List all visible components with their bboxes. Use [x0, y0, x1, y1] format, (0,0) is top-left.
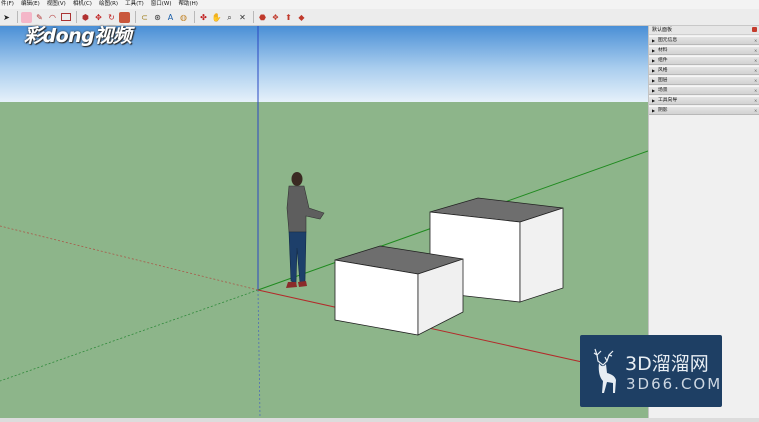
- component-icon[interactable]: ❖: [270, 12, 281, 23]
- tray-title-text: 默认面板: [652, 27, 673, 33]
- toolbar-separator: [194, 11, 195, 23]
- menu-file[interactable]: 件(F): [1, 0, 14, 9]
- brand-watermark: 彩dong视频: [24, 25, 132, 47]
- close-icon[interactable]: ×: [754, 47, 759, 54]
- close-icon[interactable]: ×: [754, 77, 759, 84]
- warehouse-icon[interactable]: ⬣: [257, 12, 268, 23]
- toolbar-separator: [135, 11, 136, 23]
- panel-layers[interactable]: ▶ 图层 ×: [649, 76, 759, 85]
- tape-measure-icon[interactable]: ⊛: [152, 12, 163, 23]
- menu-tools[interactable]: 工具(T): [125, 0, 144, 9]
- menu-view[interactable]: 视图(V): [47, 0, 66, 9]
- menu-camera[interactable]: 相机(C): [73, 0, 92, 9]
- status-bar: [0, 418, 759, 422]
- menu-edit[interactable]: 编辑(E): [21, 0, 40, 9]
- pan-icon[interactable]: ✋: [211, 12, 222, 23]
- text-icon[interactable]: A: [165, 12, 176, 23]
- model-viewport[interactable]: [0, 26, 648, 418]
- viewport-scene[interactable]: [0, 26, 648, 418]
- menu-bar: 件(F) 编辑(E) 视图(V) 相机(C) 绘图(R) 工具(T) 窗口(W)…: [0, 0, 759, 9]
- toolbar-separator: [17, 11, 18, 23]
- panel-scenes[interactable]: ▶ 场景 ×: [649, 86, 759, 95]
- close-icon[interactable]: ×: [754, 57, 759, 64]
- menu-help[interactable]: 帮助(H): [178, 0, 197, 9]
- small-box[interactable]: [334, 245, 464, 336]
- menu-draw[interactable]: 绘图(R): [99, 0, 118, 9]
- close-icon[interactable]: ×: [754, 67, 759, 74]
- paint-bucket-icon[interactable]: ◍: [178, 12, 189, 23]
- menu-window[interactable]: 窗口(W): [151, 0, 172, 9]
- close-icon[interactable]: ×: [754, 97, 759, 104]
- orbit-icon[interactable]: ✤: [198, 12, 209, 23]
- badge-sub-text: 3D66.COM: [626, 375, 723, 393]
- close-icon[interactable]: ×: [754, 107, 759, 114]
- select-icon[interactable]: ➤: [1, 12, 12, 23]
- badge-main-text: 3D溜溜网: [625, 353, 709, 375]
- toolbar-separator: [253, 11, 254, 23]
- deer-icon: [593, 348, 616, 393]
- panel-components[interactable]: ▶ 组件 ×: [649, 56, 759, 65]
- close-icon[interactable]: ×: [754, 37, 759, 44]
- site-badge-watermark: 3D溜溜网 3D66.COM: [580, 335, 722, 407]
- panel-styles[interactable]: ▶ 风格 ×: [649, 66, 759, 75]
- panel-shadows[interactable]: ▶ 阴影 ×: [649, 106, 759, 115]
- zoom-extents-icon[interactable]: ✕: [237, 12, 248, 23]
- offset-icon[interactable]: ⊂: [139, 12, 150, 23]
- panel-entity-info[interactable]: ▶ 图元信息 ×: [649, 36, 759, 45]
- zoom-icon[interactable]: ⌕: [224, 12, 235, 23]
- panel-instructor[interactable]: ▶ 工具向导 ×: [649, 96, 759, 105]
- panel-materials[interactable]: ▶ 材料 ×: [649, 46, 759, 55]
- share-icon[interactable]: ⬆: [283, 12, 294, 23]
- extension-icon[interactable]: ◆: [296, 12, 307, 23]
- close-icon[interactable]: ×: [754, 87, 759, 94]
- close-icon[interactable]: [752, 27, 757, 32]
- tray-title: 默认面板: [649, 26, 759, 35]
